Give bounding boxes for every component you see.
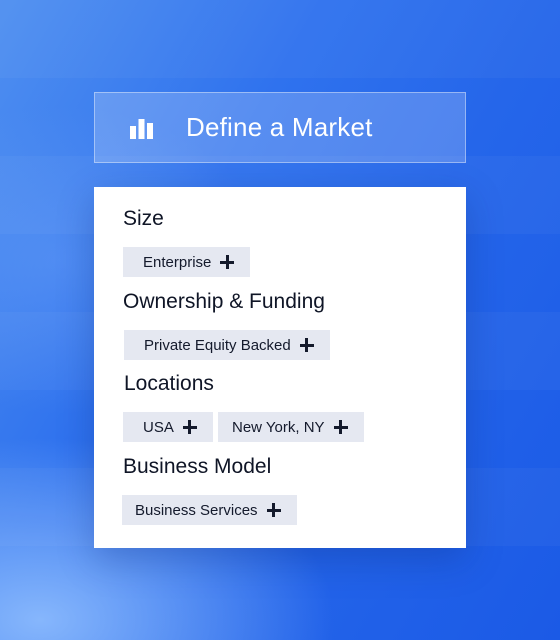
chip-label: Enterprise	[143, 253, 212, 271]
chip-new-york[interactable]: New York, NY	[218, 412, 364, 442]
plus-icon	[220, 255, 235, 269]
header-title: Define a Market	[186, 112, 373, 142]
chip-label: Business Services	[135, 501, 258, 519]
chip-business-services[interactable]: Business Services	[122, 495, 297, 525]
chip-usa[interactable]: USA	[123, 412, 213, 442]
filter-card: Size Enterprise Ownership & Funding Priv…	[94, 187, 466, 548]
section-label-ownership: Ownership & Funding	[123, 290, 325, 313]
plus-icon	[182, 420, 197, 434]
chip-label: Private Equity Backed	[144, 336, 291, 354]
bar-chart-icon	[130, 117, 158, 139]
background-stripe	[0, 0, 560, 78]
chip-label: USA	[143, 418, 174, 436]
chip-label: New York, NY	[232, 418, 325, 436]
section-label-locations: Locations	[124, 372, 214, 395]
plus-icon	[266, 503, 281, 517]
section-label-size: Size	[123, 207, 164, 230]
define-market-header: Define a Market	[94, 92, 466, 163]
plus-icon	[299, 338, 314, 352]
section-label-business-model: Business Model	[123, 455, 272, 478]
plus-icon	[333, 420, 348, 434]
chip-private-equity-backed[interactable]: Private Equity Backed	[124, 330, 330, 360]
chip-enterprise[interactable]: Enterprise	[123, 247, 251, 277]
